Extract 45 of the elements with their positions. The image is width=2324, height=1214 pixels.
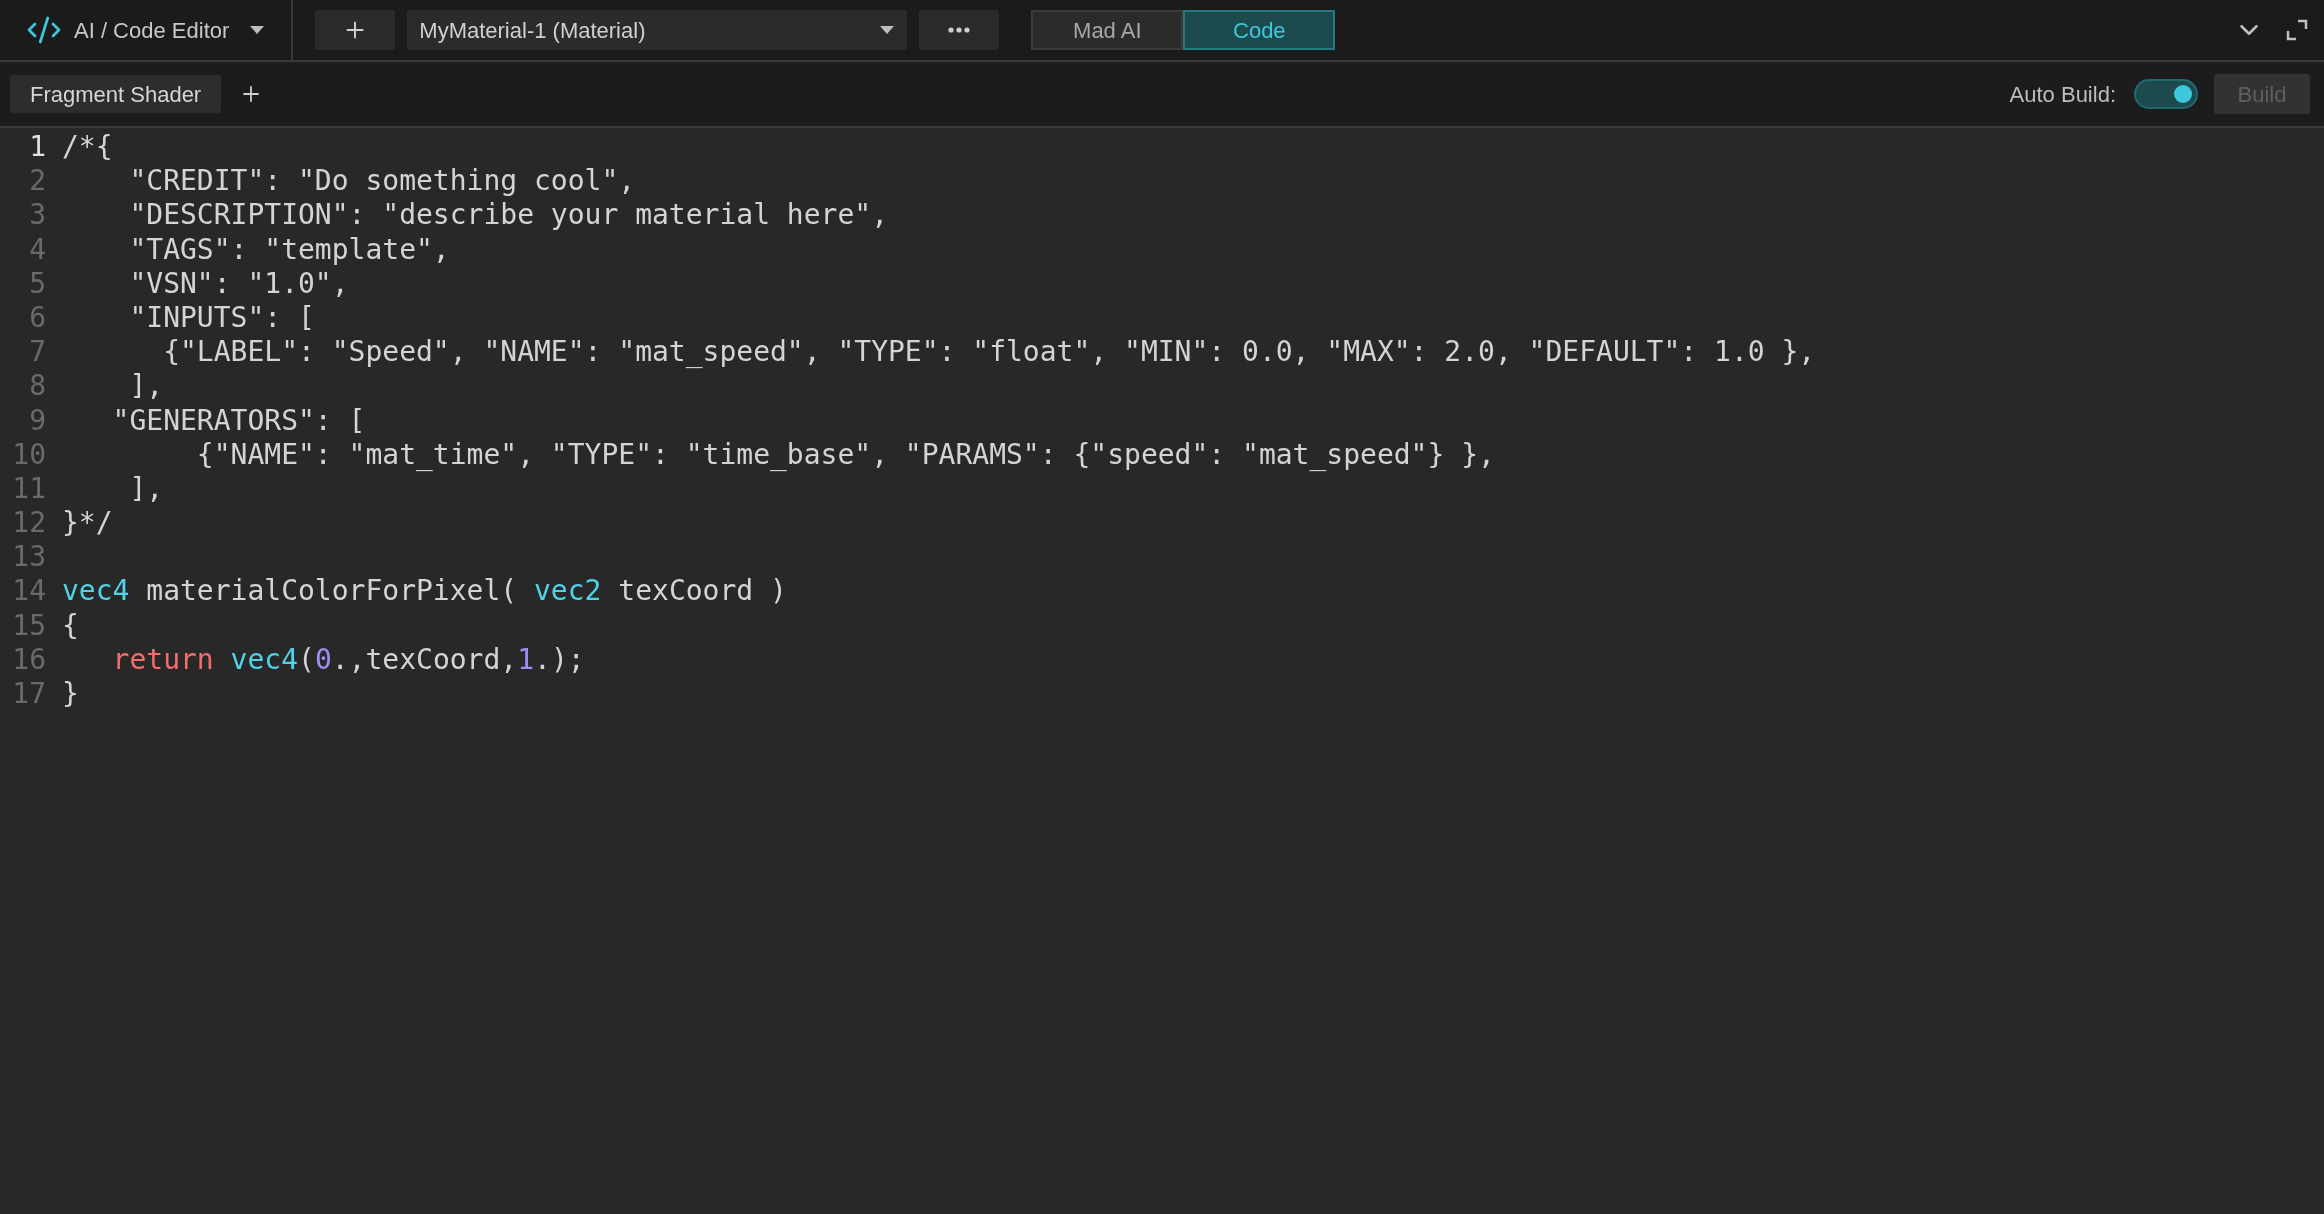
- code-line: }: [62, 677, 79, 712]
- line-number: 15: [11, 608, 46, 643]
- mode-tab[interactable]: Mad AI: [1031, 10, 1184, 50]
- code-line: ],: [128, 369, 164, 404]
- line-number: 7: [28, 335, 46, 370]
- code-line: {: [62, 608, 79, 643]
- line-number: 14: [11, 574, 46, 609]
- line-number: 5: [28, 266, 46, 301]
- line-number: 10: [11, 437, 46, 472]
- line-number: 9: [28, 403, 46, 438]
- code-line: }*/: [62, 506, 113, 541]
- code-line: "VSN": "1.0",: [128, 266, 349, 301]
- more-button[interactable]: [919, 10, 1000, 50]
- code-line: return vec4(0.,texCoord,1.);: [111, 642, 585, 677]
- code-line: "INPUTS": [: [128, 300, 315, 336]
- auto-build-toggle[interactable]: [2134, 79, 2198, 109]
- line-number: 3: [28, 198, 46, 233]
- expand-icon[interactable]: [2286, 19, 2308, 41]
- editor-tab[interactable]: Fragment Shader: [10, 75, 222, 113]
- line-number: 8: [28, 369, 46, 404]
- line-number: 12: [11, 506, 46, 541]
- code-line: {"NAME": "mat_time", "TYPE": "time_base", "PARAMS": {"speed": "mat_speed"} },: [195, 437, 1495, 472]
- line-number: 1: [28, 130, 46, 165]
- code-line: "GENERATORS": [: [111, 403, 366, 438]
- code-line: "DESCRIPTION": "describe your material here",: [128, 198, 888, 233]
- caret-icon[interactable]: [249, 25, 266, 35]
- more-icon: [948, 27, 971, 33]
- line-number: 11: [11, 471, 46, 507]
- line-number: 4: [28, 232, 46, 267]
- code-line: vec4 materialColorForPixel( vec2 texCoord ): [62, 574, 787, 609]
- caret-icon: [879, 25, 896, 35]
- line-number: 17: [11, 677, 46, 712]
- code-line: "TAGS": "template",: [128, 232, 450, 267]
- code-line: "CREDIT": "Do something cool",: [128, 164, 636, 199]
- line-number: 2: [28, 164, 46, 199]
- code-line: ],: [128, 471, 164, 507]
- code-line: {"LABEL": "Speed", "NAME": "mat_speed", "TYPE": "float", "MIN": 0.0, "MAX": 2.0, "DEFAULT": 1.0 },: [162, 335, 1816, 370]
- mode-tab[interactable]: Code: [1183, 10, 1336, 50]
- panel-title: AI / Code Editor: [74, 16, 230, 45]
- line-number: 16: [11, 642, 46, 677]
- line-number: 6: [28, 300, 46, 336]
- code-line: /*{: [62, 130, 113, 165]
- auto-build-label: Auto Build:: [2009, 80, 2116, 109]
- line-number: 13: [11, 540, 46, 575]
- material-dropdown[interactable]: MyMaterial-1 (Material): [407, 10, 908, 50]
